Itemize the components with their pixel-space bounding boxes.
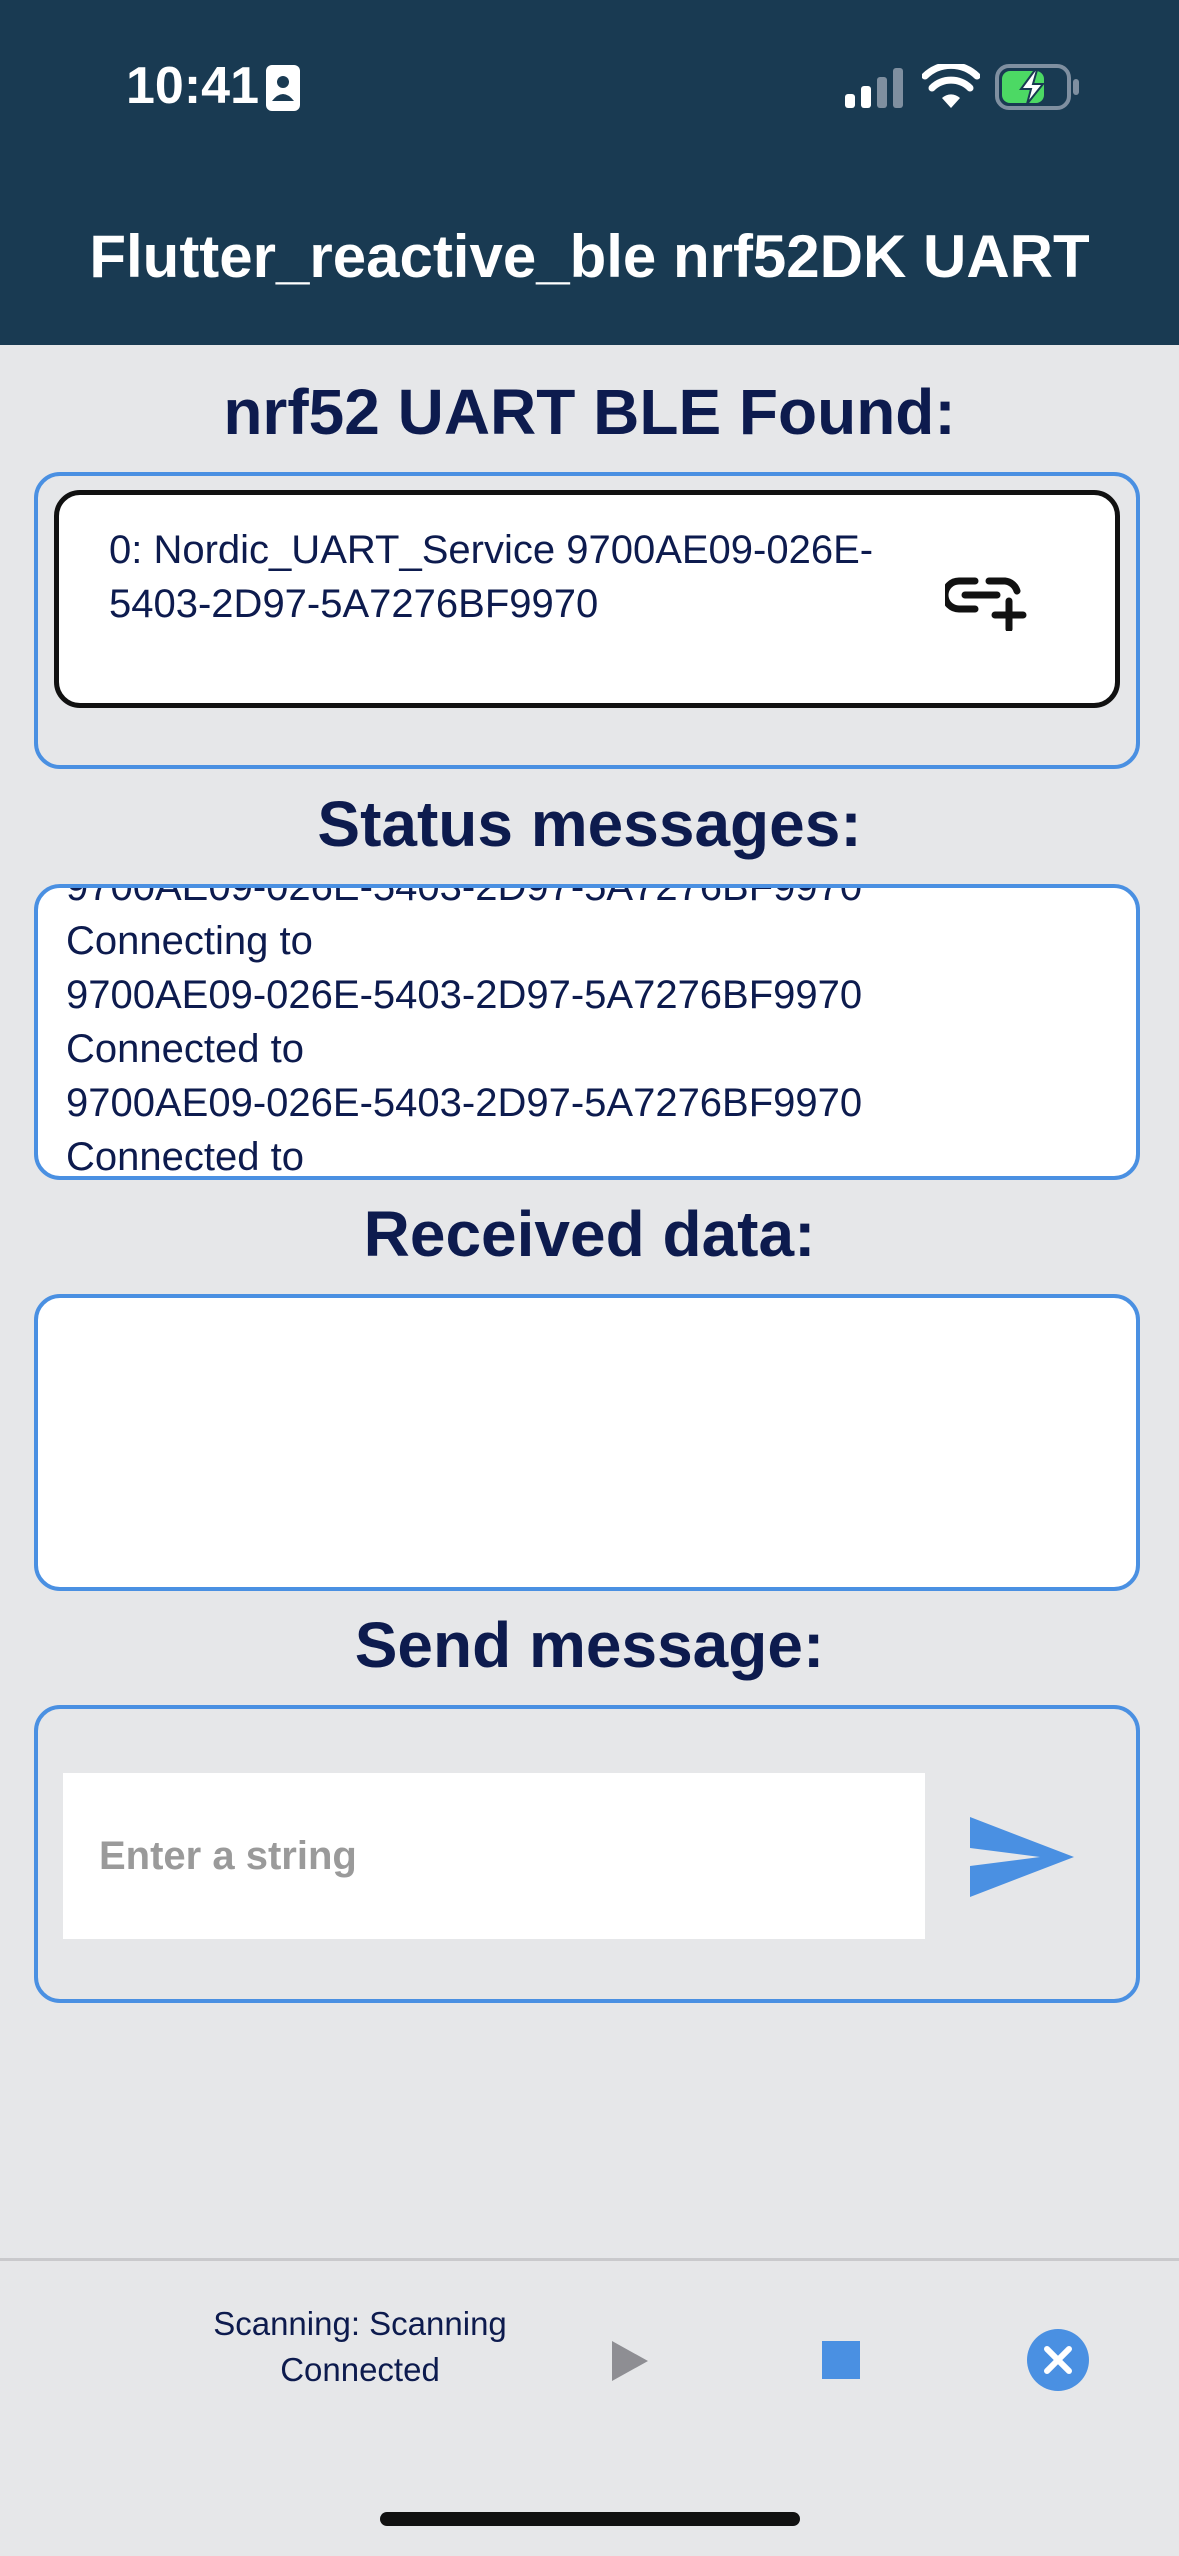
scan-status-line: Connected [280, 2351, 440, 2388]
app-title: Flutter_reactive_ble nrf52DK UART [89, 223, 1090, 290]
status-line: 9700AE09-026E-5403-2D97-5A7276BF9970 [66, 1081, 863, 1125]
status-bar-time: 10:41 [126, 57, 259, 115]
device-list-panel: 0: Nordic_UART_Service 9700AE09-026E-540… [34, 472, 1140, 769]
received-section-title: Received data: [363, 1198, 816, 1270]
close-circle-icon[interactable] [1027, 2329, 1089, 2391]
status-messages-panel[interactable]: 9700AE09-026E-5403-2D97-5A7276BF9970 Con… [34, 884, 1140, 1180]
cellular-signal-icon [845, 68, 903, 108]
device-list-item[interactable]: 0: Nordic_UART_Service 9700AE09-026E-540… [54, 490, 1120, 708]
send-icon[interactable] [962, 1797, 1082, 1917]
status-messages-list: 9700AE09-026E-5403-2D97-5A7276BF9970 Con… [66, 884, 1116, 1179]
app-header: 10:41 Flutter_reactive_ble nrf52DK UART [0, 0, 1179, 345]
battery-charging-icon [995, 64, 1079, 110]
status-line: Connected to [66, 1027, 304, 1071]
home-indicator [380, 2512, 800, 2526]
scan-status: Scanning: Scanning Connected [200, 2301, 520, 2393]
link-add-icon[interactable] [945, 573, 1027, 631]
received-data-panel[interactable] [34, 1294, 1140, 1591]
status-line: Connecting to [66, 919, 313, 963]
status-section-title: Status messages: [317, 788, 862, 860]
play-icon[interactable] [608, 2339, 652, 2383]
status-line: Connected to [66, 1135, 304, 1179]
device-label: 0: Nordic_UART_Service 9700AE09-026E-540… [109, 528, 874, 626]
device-section-title: nrf52 UART BLE Found: [223, 376, 956, 448]
stop-icon[interactable] [822, 2341, 860, 2379]
send-message-panel [34, 1705, 1140, 2003]
send-section-title: Send message: [354, 1609, 825, 1681]
status-line: 9700AE09-026E-5403-2D97-5A7276BF9970 [66, 973, 863, 1017]
scan-status-line: Scanning: Scanning [213, 2305, 507, 2342]
status-line: 9700AE09-026E-5403-2D97-5A7276BF9970 [66, 884, 863, 909]
wifi-icon [922, 64, 980, 108]
message-input[interactable] [63, 1773, 925, 1939]
contact-card-icon [266, 65, 300, 111]
